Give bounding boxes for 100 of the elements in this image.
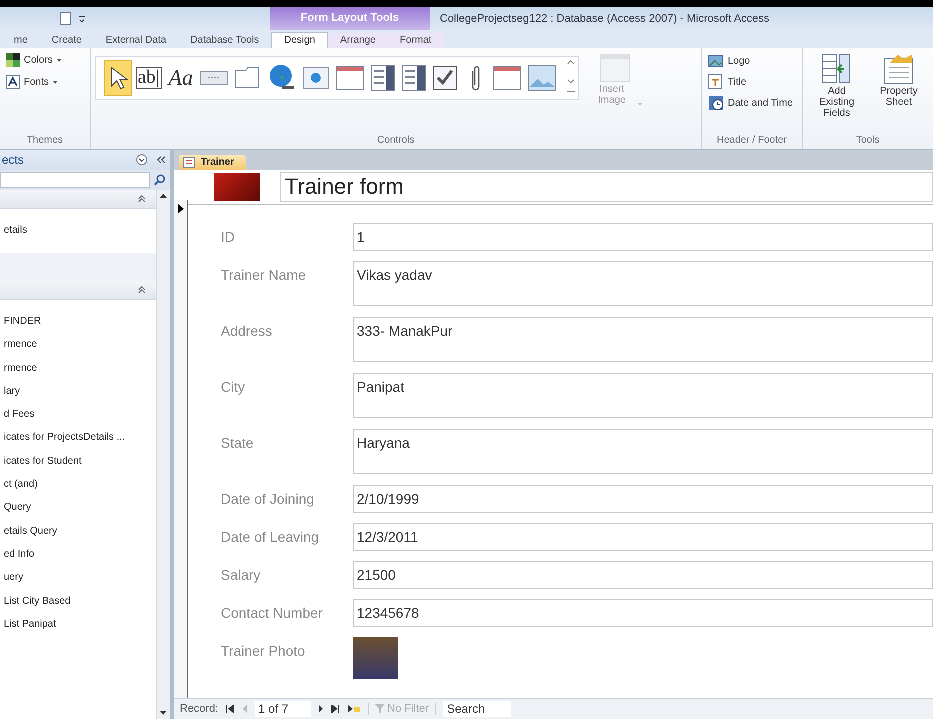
- command-button-icon: [200, 71, 228, 85]
- document-icon: [60, 12, 72, 26]
- field-label: ID: [221, 228, 236, 247]
- ribbon-tab[interactable]: Arrange: [328, 33, 388, 48]
- scroll-up-icon: [159, 193, 168, 199]
- ribbon-tab[interactable]: me: [2, 33, 40, 48]
- dropdown-icon: [136, 154, 148, 166]
- ribbon-tab[interactable]: Format: [388, 33, 444, 48]
- search-field[interactable]: Search: [443, 701, 512, 717]
- nav-item[interactable]: ed Info: [4, 542, 156, 566]
- nav-item[interactable]: List City Based: [4, 590, 156, 613]
- caret-icon: [56, 58, 62, 62]
- field-value[interactable]: Vikas yadav: [353, 261, 933, 306]
- ribbon-tab[interactable]: Design: [271, 32, 328, 48]
- scrollbar[interactable]: [156, 190, 170, 719]
- window-frame-icon: [493, 66, 522, 90]
- group-label: Tools: [855, 134, 881, 148]
- header-footer-button[interactable]: Date and Time: [706, 94, 798, 112]
- control-tool-button[interactable]: ab|: [133, 60, 165, 96]
- control-tool-button[interactable]: [104, 60, 132, 96]
- field-value[interactable]: 2/10/1999: [353, 485, 933, 513]
- image-frame-icon: [600, 54, 630, 82]
- collapse-icon: [138, 286, 146, 294]
- collapse-icon: [156, 155, 166, 165]
- ribbon-tab[interactable]: External Data: [94, 33, 179, 48]
- filter-icon: [374, 704, 385, 714]
- control-tool-button[interactable]: Aa: [166, 60, 196, 96]
- last-record-icon: [330, 705, 340, 713]
- nav-item[interactable]: etails Query: [4, 520, 156, 543]
- field-value[interactable]: 12/3/2011: [353, 523, 933, 551]
- group-label: Header / Footer: [716, 134, 788, 148]
- collapse-icon: [138, 195, 146, 203]
- navigation-control-icon: [303, 67, 330, 89]
- group-label: Controls: [376, 134, 416, 148]
- letter-icon: [6, 75, 20, 89]
- form-icon: [183, 157, 195, 168]
- ribbon-tab[interactable]: Create: [40, 33, 94, 48]
- field-label: Trainer Photo: [221, 642, 306, 661]
- photo-placeholder: [353, 637, 398, 679]
- window-frame-icon: [336, 66, 364, 90]
- field-value[interactable]: 12345678: [353, 599, 933, 627]
- tools-button[interactable]: Property Sheet: [869, 52, 929, 133]
- field-value[interactable]: Haryana: [353, 429, 933, 474]
- previous-record-icon: [242, 705, 248, 713]
- nav-item[interactable]: lary: [4, 380, 156, 404]
- nav-item[interactable]: rmence: [4, 333, 156, 357]
- document-tab[interactable]: Trainer: [179, 155, 246, 170]
- first-record-icon: [226, 705, 235, 713]
- picture-icon: [708, 53, 724, 69]
- color-swatch-icon: [6, 53, 20, 67]
- search-icon: [154, 174, 166, 186]
- field-label: Contact Number: [221, 604, 324, 623]
- list-box-icon: [402, 65, 426, 91]
- window-title: CollegeProjectseg122 : Database (Access 2007) - Microsoft Access: [440, 12, 770, 24]
- field-value[interactable]: 1: [353, 223, 933, 251]
- nav-item[interactable]: icates for ProjectsDetails ...: [4, 426, 156, 450]
- nav-item[interactable]: uery: [4, 566, 156, 590]
- nav-item[interactable]: icates for Student: [4, 450, 156, 474]
- new-record-icon: [346, 705, 361, 713]
- field-label: Date of Joining: [221, 490, 316, 509]
- field-value[interactable]: Panipat: [353, 373, 933, 418]
- tab-control-icon: [235, 67, 262, 89]
- form-title: Trainer form: [280, 172, 933, 202]
- nav-item[interactable]: FINDER: [4, 310, 156, 334]
- title-icon: [708, 74, 724, 90]
- theme-fonts-button[interactable]: Fonts: [4, 74, 86, 90]
- field-label: Date of Leaving: [221, 528, 320, 547]
- current-record-icon: [178, 204, 184, 214]
- nav-item[interactable]: etails: [4, 219, 156, 243]
- checkbox-icon: [433, 66, 458, 90]
- field-value[interactable]: 21500: [353, 561, 933, 589]
- nav-item[interactable]: rmence: [4, 356, 156, 380]
- list-box-icon: [371, 65, 396, 91]
- context-tools-title: Form Layout Tools: [270, 7, 430, 30]
- tools-button[interactable]: Add Existing Fields: [807, 52, 867, 133]
- scroll-down-icon: [159, 710, 168, 716]
- nav-item[interactable]: Query: [4, 496, 156, 520]
- field-label: Trainer Name: [221, 266, 308, 285]
- next-record-icon: [318, 705, 324, 713]
- pane-title: ects: [2, 153, 26, 167]
- caret-icon: [638, 103, 642, 106]
- record-position-field[interactable]: 1 of 7: [254, 701, 311, 717]
- field-label: City: [221, 378, 246, 397]
- property-sheet-icon: [884, 54, 914, 84]
- theme-colors-button[interactable]: Colors: [4, 52, 86, 68]
- search-field[interactable]: [0, 172, 150, 188]
- record-selector[interactable]: [174, 200, 188, 698]
- nav-item[interactable]: d Fees: [4, 403, 156, 426]
- field-value[interactable]: 333- ManakPur: [353, 317, 933, 362]
- nav-item[interactable]: ct (and): [4, 473, 156, 496]
- nav-item[interactable]: List Panipat: [4, 612, 156, 636]
- field-label: Salary: [221, 566, 262, 585]
- caret-icon: [53, 80, 58, 84]
- header-footer-button[interactable]: Logo: [706, 52, 798, 70]
- field-list-icon: [822, 54, 852, 84]
- header-footer-button[interactable]: Title: [706, 73, 798, 91]
- field-label: Address: [221, 322, 274, 341]
- logo-image: [214, 173, 260, 201]
- image-icon: [528, 65, 556, 91]
- ribbon-tab[interactable]: Database Tools: [178, 33, 272, 48]
